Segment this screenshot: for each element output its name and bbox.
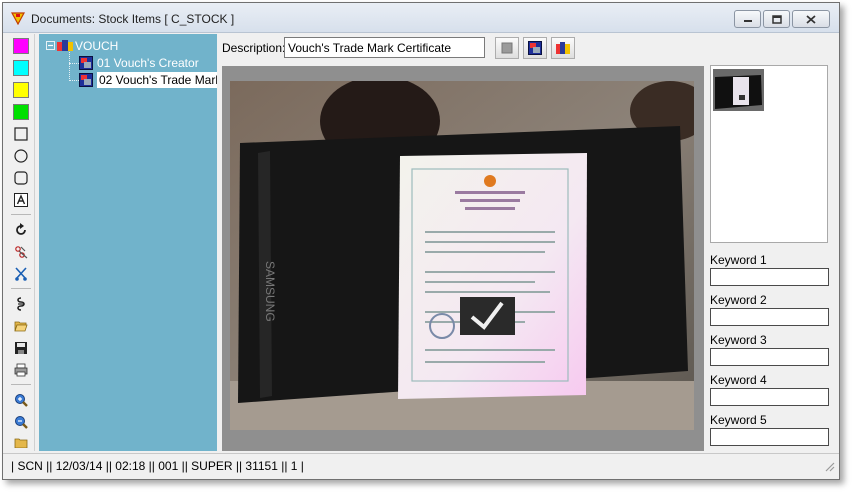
description-label: Description: <box>222 41 286 55</box>
palette-separator <box>11 288 31 289</box>
crop-tool[interactable] <box>13 244 29 260</box>
status-text: | SCN || 12/03/14 || 02:18 || 001 || SUP… <box>11 459 304 473</box>
zoom-in-icon <box>15 394 28 407</box>
open-folder-icon <box>14 321 28 332</box>
resize-grip-icon[interactable] <box>823 460 835 472</box>
keyword-3-input[interactable] <box>710 348 829 366</box>
document-photo: SAMSUNG <box>230 81 694 430</box>
rectangle-tool[interactable] <box>13 126 29 142</box>
document-image-icon <box>79 73 93 87</box>
tree-root-vouch[interactable]: VOUCH <box>57 38 118 54</box>
close-icon <box>806 14 816 24</box>
close-button[interactable] <box>792 10 830 28</box>
keyword-4-label: Keyword 4 <box>710 373 767 387</box>
minimize-icon <box>743 20 752 22</box>
keyword-2-label: Keyword 2 <box>710 293 767 307</box>
rounded-rectangle-icon <box>14 171 28 185</box>
tree-item-label: 01 Vouch's Creator <box>97 56 199 70</box>
tree-item-label: 02 Vouch's Trade Mark <box>97 72 217 88</box>
status-bar: | SCN || 12/03/14 || 02:18 || 001 || SUP… <box>3 453 839 475</box>
save-icon <box>15 342 27 354</box>
keyword-5-input[interactable] <box>710 428 829 446</box>
thumbnail-panel[interactable] <box>710 65 828 243</box>
window-title: Documents: Stock Items [ C_STOCK ] <box>31 12 235 26</box>
tree-item-vouchs-trade-mark[interactable]: 02 Vouch's Trade Mark <box>79 72 217 88</box>
open-folder-button[interactable] <box>13 318 29 334</box>
document-window: Documents: Stock Items [ C_STOCK ] VOUCH… <box>2 2 840 480</box>
rotate-tool[interactable] <box>13 222 29 238</box>
rectangle-icon <box>14 127 28 141</box>
scan-icon <box>17 297 25 311</box>
tree-item-vouchs-creator[interactable]: 01 Vouch's Creator <box>79 55 199 71</box>
keyword-1-label: Keyword 1 <box>710 253 767 267</box>
title-bar[interactable]: Documents: Stock Items [ C_STOCK ] <box>3 3 839 33</box>
color-swatch-magenta[interactable] <box>13 38 29 54</box>
save-button[interactable] <box>13 340 29 356</box>
text-tool-icon <box>14 193 28 207</box>
folder-button[interactable] <box>13 438 29 448</box>
svg-text:SAMSUNG: SAMSUNG <box>263 261 277 322</box>
circle-icon <box>14 149 28 163</box>
app-icon <box>11 12 25 25</box>
zoom-out-button[interactable] <box>13 414 29 430</box>
keyword-3-label: Keyword 3 <box>710 333 767 347</box>
color-adjust-icon <box>556 42 570 54</box>
tool-palette <box>9 34 35 451</box>
color-swatch-green[interactable] <box>13 104 29 120</box>
color-swatch-cyan[interactable] <box>13 60 29 76</box>
keyword-1-input[interactable] <box>710 268 829 286</box>
keyword-4-input[interactable] <box>710 388 829 406</box>
folder-tree-icon <box>57 40 73 51</box>
crop-icon <box>15 246 28 259</box>
cut-tool[interactable] <box>13 266 29 282</box>
palette-separator <box>11 384 31 385</box>
tree-connector <box>69 50 70 81</box>
image-properties-button[interactable] <box>523 37 547 59</box>
rotate-icon <box>16 223 26 235</box>
color-swatch-yellow[interactable] <box>13 82 29 98</box>
document-tree[interactable]: VOUCH 01 Vouch's Creator 02 Vouch's Trad… <box>39 34 217 451</box>
stop-icon <box>501 42 513 54</box>
folder-icon <box>14 438 28 448</box>
color-adjust-button[interactable] <box>551 37 575 59</box>
maximize-button[interactable] <box>763 10 790 28</box>
keyword-5-label: Keyword 5 <box>710 413 767 427</box>
image-properties-icon <box>528 41 542 55</box>
minus-icon <box>48 44 53 47</box>
print-button[interactable] <box>13 362 29 378</box>
image-viewer[interactable]: SAMSUNG <box>222 66 704 451</box>
palette-separator <box>11 214 31 215</box>
zoom-in-button[interactable] <box>13 392 29 408</box>
tree-root-label: VOUCH <box>75 39 119 53</box>
cut-icon <box>15 267 27 281</box>
print-icon <box>14 363 28 377</box>
text-tool[interactable] <box>13 192 29 208</box>
keyword-2-input[interactable] <box>710 308 829 326</box>
tree-collapse-toggle[interactable] <box>46 41 55 50</box>
stop-button[interactable] <box>495 37 519 59</box>
document-image-icon <box>79 56 93 70</box>
description-input[interactable] <box>284 37 485 58</box>
scan-tool[interactable] <box>13 296 29 312</box>
rounded-rectangle-tool[interactable] <box>13 170 29 186</box>
minimize-button[interactable] <box>734 10 761 28</box>
tree-connector <box>69 63 79 64</box>
maximize-icon <box>771 14 782 24</box>
zoom-out-icon <box>15 416 28 429</box>
circle-tool[interactable] <box>13 148 29 164</box>
tree-connector <box>69 80 79 81</box>
page-thumbnail[interactable] <box>713 69 764 111</box>
